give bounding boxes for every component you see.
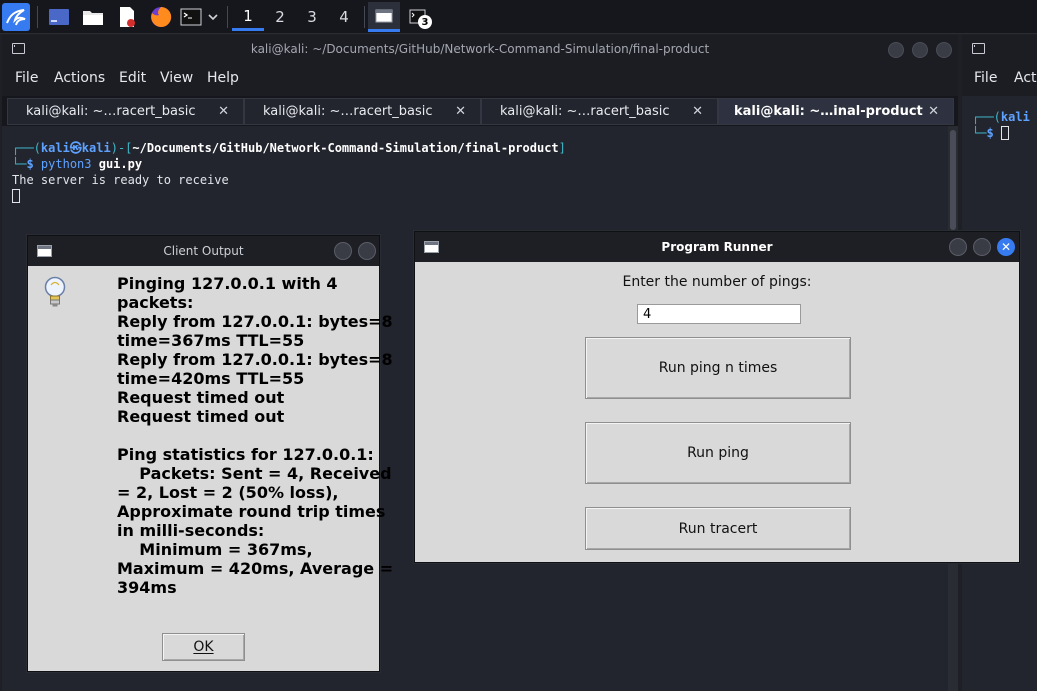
menu-edit[interactable]: Edit	[119, 70, 146, 86]
terminal-tab-2[interactable]: kali@kali: ~…racert_basic ✕	[244, 98, 481, 125]
ping-count-input[interactable]	[637, 304, 801, 324]
run-tracert-button[interactable]: Run tracert	[585, 507, 851, 550]
text-editor-icon[interactable]	[114, 3, 140, 31]
run-ping-n-times-button[interactable]: Run ping n times	[585, 337, 851, 399]
main-terminal-title: kali@kali: ~/Documents/GitHub/Network-Co…	[250, 42, 710, 56]
info-lightbulb-icon	[42, 276, 68, 312]
ok-button[interactable]: OK	[162, 633, 245, 661]
tab-close-icon[interactable]: ✕	[692, 104, 703, 119]
terminal-tab-4[interactable]: kali@kali: ~…inal-product ✕	[718, 98, 954, 125]
panel-separator	[227, 6, 228, 28]
taskbar-terminal-group[interactable]: 3	[402, 2, 434, 32]
run-ping-button[interactable]: Run ping	[585, 422, 851, 484]
right-terminal-titlebar[interactable]	[962, 35, 1037, 63]
terminal-tab-3[interactable]: kali@kali: ~…racert_basic ✕	[481, 98, 718, 125]
client-output-title: Client Output	[163, 244, 244, 258]
maximize-button[interactable]	[358, 242, 376, 260]
close-button[interactable]: ✕	[997, 238, 1015, 256]
kali-menu-icon[interactable]	[2, 3, 30, 31]
program-runner-dialog: Program Runner ✕ Enter the number of pin…	[414, 231, 1020, 563]
workspace-4[interactable]: 4	[328, 3, 360, 31]
right-menu-bar: File Act	[962, 63, 1037, 96]
menu-actions[interactable]: Act	[1014, 70, 1037, 86]
minimize-button[interactable]	[888, 42, 904, 58]
close-icon: ✕	[1000, 240, 1012, 254]
tab-label: kali@kali: ~…racert_basic	[263, 104, 433, 119]
ping-result-message: Pinging 127.0.0.1 with 4 packets: Reply …	[117, 274, 394, 597]
menu-actions[interactable]: Actions	[54, 70, 105, 86]
panel-separator	[37, 6, 38, 28]
minimize-button[interactable]	[334, 242, 352, 260]
client-output-dialog: Client Output Pinging 127.0.0.1 with 4 p…	[27, 235, 393, 672]
prompt-line-2: └─$ python3 gui.py	[12, 157, 143, 171]
menu-help[interactable]: Help	[207, 70, 239, 86]
task-count-badge: 3	[418, 15, 432, 29]
ok-button-label: OK	[193, 639, 214, 655]
firefox-icon[interactable]	[147, 3, 175, 31]
program-runner-titlebar[interactable]: Program Runner ✕	[415, 232, 1019, 262]
program-runner-title: Program Runner	[661, 240, 773, 254]
tab-close-icon[interactable]: ✕	[455, 104, 466, 119]
tab-close-icon[interactable]: ✕	[928, 104, 939, 119]
top-panel: 1 2 3 4 3	[0, 0, 1037, 34]
workspace-3[interactable]: 3	[296, 3, 328, 31]
menu-bar: File Actions Edit View Help	[2, 63, 958, 96]
server-status-line: The server is ready to receive	[12, 173, 229, 187]
tab-label: kali@kali: ~…racert_basic	[500, 104, 670, 119]
scrollbar-thumb[interactable]	[950, 130, 956, 230]
terminal-tab-bar: kali@kali: ~…racert_basic ✕ kali@kali: ~…	[2, 96, 958, 126]
show-desktop-icon[interactable]	[46, 3, 72, 31]
minimize-button[interactable]	[949, 238, 967, 256]
terminal-window-icon	[972, 43, 985, 54]
main-terminal-titlebar[interactable]: kali@kali: ~/Documents/GitHub/Network-Co…	[2, 35, 958, 63]
client-output-titlebar[interactable]: Client Output	[28, 236, 379, 266]
menu-view[interactable]: View	[160, 70, 193, 86]
menu-file[interactable]: File	[974, 70, 997, 86]
prompt-line-1: ┌──(kali㉿kali)-[~/Documents/GitHub/Netwo…	[12, 141, 566, 155]
desktop: 1 2 3 4 3 kali@kali: ~/Documents/GitHub/…	[0, 0, 1037, 691]
right-prompt-line-2: └─$	[972, 125, 1009, 141]
file-manager-icon[interactable]	[80, 3, 106, 31]
tab-close-icon[interactable]: ✕	[218, 104, 229, 119]
workspace-1[interactable]: 1	[232, 3, 264, 31]
ping-count-label: Enter the number of pings:	[622, 274, 812, 290]
maximize-button[interactable]	[973, 238, 991, 256]
terminal-tab-1[interactable]: kali@kali: ~…racert_basic ✕	[7, 98, 244, 125]
tab-label: kali@kali: ~…inal-product	[734, 104, 923, 119]
terminal-launcher-icon[interactable]	[179, 3, 203, 31]
chevron-down-icon[interactable]	[205, 3, 221, 31]
terminal-cursor	[12, 188, 20, 204]
tab-label: kali@kali: ~…racert_basic	[26, 104, 196, 119]
taskbar-window-button[interactable]	[368, 2, 400, 32]
maximize-button[interactable]	[912, 42, 928, 58]
panel-separator	[364, 6, 365, 28]
right-prompt-line-1: ┌──(kali	[972, 110, 1030, 124]
workspace-2[interactable]: 2	[264, 3, 296, 31]
menu-file[interactable]: File	[15, 70, 38, 86]
close-button[interactable]	[936, 42, 952, 58]
